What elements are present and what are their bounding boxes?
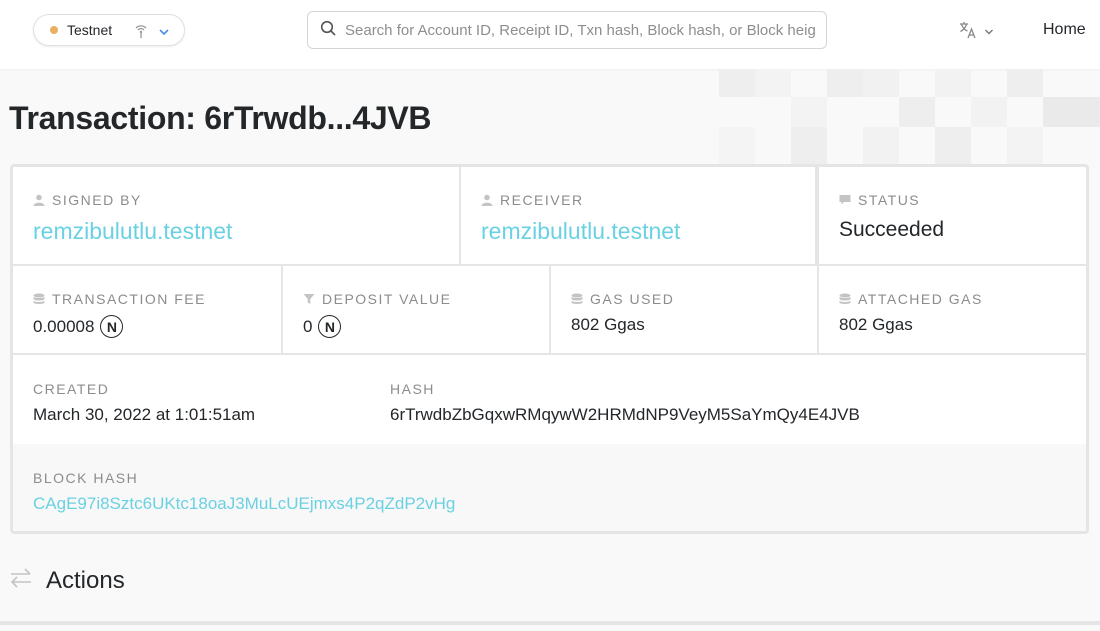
transaction-details-card: Signed by remzibulutlu.testnet Receiver … [10, 164, 1089, 534]
gas-used-cell: Gas Used 802 Ggas [551, 266, 817, 353]
divider [0, 621, 1100, 625]
transfer-arrows-icon [9, 566, 33, 595]
network-status-dot [50, 26, 58, 34]
actions-title: Actions [46, 566, 125, 594]
chevron-down-icon [158, 25, 170, 43]
near-token-icon: N [318, 315, 342, 338]
transaction-fee-cell: Transaction Fee 0.00008 N [13, 266, 281, 353]
actions-section-header: Actions [9, 566, 125, 595]
translate-icon [958, 20, 978, 45]
deposit-value-cell: Deposit Value 0 N [283, 266, 549, 353]
filter-icon [303, 294, 315, 304]
block-hash-label: Block Hash [33, 470, 139, 486]
user-icon [33, 194, 45, 206]
transaction-fee-value: 0.00008 [33, 316, 95, 336]
speech-bubble-icon [839, 195, 851, 205]
chevron-down-icon [984, 24, 994, 42]
database-icon [571, 293, 583, 304]
signed-by-link[interactable]: remzibulutlu.testnet [33, 218, 459, 245]
status-cell: Status Succeeded [819, 167, 1086, 264]
decorative-pattern [719, 69, 1100, 165]
receiver-label: Receiver [500, 192, 584, 208]
created-label: Created [33, 381, 110, 397]
language-selector[interactable] [958, 20, 994, 45]
block-hash-link[interactable]: CAgE97i8Sztc6UKtc18oaJ3MuLcUEjmxs4P2qZdP… [33, 494, 455, 514]
block-hash-row: Block Hash CAgE97i8Sztc6UKtc18oaJ3MuLcUE… [13, 444, 1086, 531]
transaction-fee-label: Transaction Fee [52, 291, 206, 307]
attached-gas-label: Attached Gas [858, 291, 983, 307]
attached-gas-value: 802 Ggas [839, 315, 913, 334]
user-icon [481, 194, 493, 206]
receiver-link[interactable]: remzibulutlu.testnet [481, 218, 815, 245]
search-input[interactable] [345, 21, 815, 39]
signed-by-label: Signed by [52, 192, 142, 208]
deposit-value: 0 [303, 316, 313, 336]
hash-label: Hash [390, 381, 435, 397]
top-header: Testnet Home [0, 0, 1100, 69]
deposit-value-label: Deposit Value [322, 291, 452, 307]
database-icon [839, 293, 851, 304]
near-token-icon: N [100, 315, 124, 338]
signal-icon [134, 23, 148, 44]
block-hash-field: Block Hash CAgE97i8Sztc6UKtc18oaJ3MuLcUE… [33, 470, 455, 514]
gas-used-label: Gas Used [590, 291, 675, 307]
search-icon [320, 20, 336, 41]
signed-by-cell: Signed by remzibulutlu.testnet [13, 167, 459, 264]
hash-value: 6rTrwdbZbGqxwRMqywW2HRMdNP9VeyM5SaYmQy4E… [390, 405, 860, 424]
status-label: Status [858, 192, 921, 208]
created-field: Created March 30, 2022 at 1:01:51am [33, 381, 255, 425]
attached-gas-cell: Attached Gas 802 Ggas [819, 266, 1086, 353]
home-link[interactable]: Home [1043, 21, 1086, 39]
network-switcher[interactable]: Testnet [33, 14, 185, 46]
database-icon [33, 293, 45, 304]
created-hash-row: Created March 30, 2022 at 1:01:51am Hash… [13, 355, 1086, 444]
receiver-cell: Receiver remzibulutlu.testnet [461, 167, 815, 264]
network-label: Testnet [67, 22, 113, 38]
hash-field: Hash 6rTrwdbZbGqxwRMqywW2HRMdNP9VeyM5SaY… [390, 381, 860, 425]
created-value: March 30, 2022 at 1:01:51am [33, 405, 256, 424]
gas-used-value: 802 Ggas [571, 315, 645, 334]
page-title: Transaction: 6rTrwdb...4JVB [9, 100, 432, 136]
search-bar[interactable] [307, 11, 827, 49]
status-value: Succeeded [839, 218, 945, 241]
